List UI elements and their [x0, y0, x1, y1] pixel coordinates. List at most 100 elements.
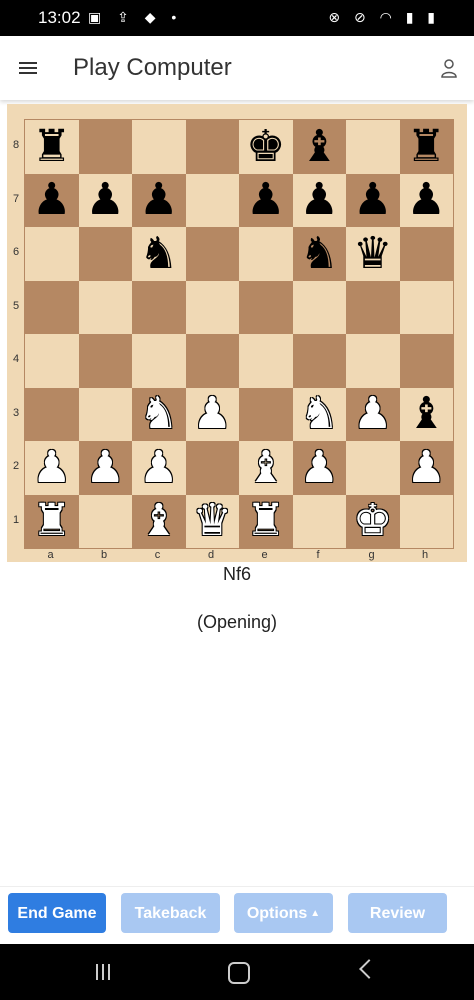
black-bishop-icon[interactable]: ♝ [300, 124, 339, 169]
white-pawn-icon[interactable]: ♟ [139, 445, 178, 490]
square-c7[interactable]: ♟ [132, 173, 186, 227]
white-pawn-icon[interactable]: ♟ [407, 445, 446, 490]
white-pawn-icon[interactable]: ♟ [86, 445, 125, 490]
square-d8[interactable] [185, 120, 239, 174]
square-c5[interactable] [132, 280, 186, 334]
account-icon[interactable] [440, 58, 458, 78]
square-e6[interactable] [239, 227, 293, 281]
square-a4[interactable] [25, 334, 79, 388]
square-a2[interactable]: ♟ [25, 441, 79, 495]
square-f2[interactable]: ♟ [292, 441, 346, 495]
square-c1[interactable]: ♝ [132, 494, 186, 548]
square-c6[interactable]: ♞ [132, 227, 186, 281]
square-b8[interactable] [78, 120, 132, 174]
square-f8[interactable]: ♝ [292, 120, 346, 174]
chess-board[interactable]: ♜ ♚ ♝ ♜ ♟ ♟ ♟ ♟ ♟ ♟ ♟ ♞ ♞ ♛ ♞ ♟ ♞ ♟ ♝ ♟ ♟ ♟ ♝ ♟ ♟ ♜ ♝ ♛ ♜ ♚ [24, 119, 454, 549]
black-king-icon[interactable]: ♚ [246, 124, 285, 169]
square-b1[interactable] [78, 494, 132, 548]
square-a1[interactable]: ♜ [25, 494, 79, 548]
black-pawn-icon[interactable]: ♟ [407, 178, 446, 222]
square-h5[interactable] [399, 280, 453, 334]
square-f6[interactable]: ♞ [292, 227, 346, 281]
square-d7[interactable] [185, 173, 239, 227]
white-pawn-icon[interactable]: ♟ [193, 392, 232, 436]
black-knight-icon[interactable]: ♞ [139, 231, 178, 276]
square-e5[interactable] [239, 280, 293, 334]
square-g8[interactable] [346, 120, 400, 174]
square-b4[interactable] [78, 334, 132, 388]
square-d2[interactable] [185, 441, 239, 495]
black-bishop-icon[interactable]: ♝ [407, 392, 446, 436]
square-a3[interactable] [25, 387, 79, 441]
square-d6[interactable] [185, 227, 239, 281]
square-g4[interactable] [346, 334, 400, 388]
black-pawn-icon[interactable]: ♟ [246, 178, 285, 222]
black-pawn-icon[interactable]: ♟ [139, 178, 178, 222]
square-e7[interactable]: ♟ [239, 173, 293, 227]
black-queen-icon[interactable]: ♛ [353, 231, 392, 276]
square-c3[interactable]: ♞ [132, 387, 186, 441]
options-button[interactable]: Options ▲ [234, 893, 333, 933]
square-d1[interactable]: ♛ [185, 494, 239, 548]
square-b2[interactable]: ♟ [78, 441, 132, 495]
square-f7[interactable]: ♟ [292, 173, 346, 227]
review-button[interactable]: Review [348, 893, 447, 933]
square-d4[interactable] [185, 334, 239, 388]
black-rook-icon[interactable]: ♜ [32, 124, 71, 169]
square-h4[interactable] [399, 334, 453, 388]
square-f3[interactable]: ♞ [292, 387, 346, 441]
black-pawn-icon[interactable]: ♟ [32, 178, 71, 222]
white-pawn-icon[interactable]: ♟ [32, 445, 71, 490]
black-rook-icon[interactable]: ♜ [407, 124, 446, 169]
square-h2[interactable]: ♟ [399, 441, 453, 495]
square-h7[interactable]: ♟ [399, 173, 453, 227]
black-pawn-icon[interactable]: ♟ [300, 178, 339, 222]
square-c2[interactable]: ♟ [132, 441, 186, 495]
square-b7[interactable]: ♟ [78, 173, 132, 227]
square-b6[interactable] [78, 227, 132, 281]
square-d3[interactable]: ♟ [185, 387, 239, 441]
black-pawn-icon[interactable]: ♟ [353, 178, 392, 222]
white-knight-icon[interactable]: ♞ [300, 392, 339, 436]
square-g3[interactable]: ♟ [346, 387, 400, 441]
square-a5[interactable] [25, 280, 79, 334]
square-f5[interactable] [292, 280, 346, 334]
square-e2[interactable]: ♝ [239, 441, 293, 495]
black-pawn-icon[interactable]: ♟ [86, 178, 125, 222]
square-h6[interactable] [399, 227, 453, 281]
white-pawn-icon[interactable]: ♟ [353, 392, 392, 436]
square-g5[interactable] [346, 280, 400, 334]
end-game-button[interactable]: End Game [8, 893, 106, 933]
square-g2[interactable] [346, 441, 400, 495]
square-g7[interactable]: ♟ [346, 173, 400, 227]
home-icon[interactable] [228, 962, 250, 984]
square-e4[interactable] [239, 334, 293, 388]
white-bishop-icon[interactable]: ♝ [139, 499, 178, 543]
square-a8[interactable]: ♜ [25, 120, 79, 174]
white-rook-icon[interactable]: ♜ [32, 499, 71, 543]
square-e3[interactable] [239, 387, 293, 441]
square-h3[interactable]: ♝ [399, 387, 453, 441]
square-a6[interactable] [25, 227, 79, 281]
white-rook-icon[interactable]: ♜ [246, 499, 285, 543]
square-g1[interactable]: ♚ [346, 494, 400, 548]
white-pawn-icon[interactable]: ♟ [300, 445, 339, 490]
white-king-icon[interactable]: ♚ [353, 499, 392, 543]
square-h1[interactable] [399, 494, 453, 548]
square-h8[interactable]: ♜ [399, 120, 453, 174]
square-b3[interactable] [78, 387, 132, 441]
square-c8[interactable] [132, 120, 186, 174]
square-f4[interactable] [292, 334, 346, 388]
square-e8[interactable]: ♚ [239, 120, 293, 174]
square-g6[interactable]: ♛ [346, 227, 400, 281]
square-b5[interactable] [78, 280, 132, 334]
square-d5[interactable] [185, 280, 239, 334]
white-bishop-icon[interactable]: ♝ [246, 445, 285, 490]
square-e1[interactable]: ♜ [239, 494, 293, 548]
white-queen-icon[interactable]: ♛ [193, 499, 232, 543]
black-knight-icon[interactable]: ♞ [300, 231, 339, 276]
white-knight-icon[interactable]: ♞ [139, 392, 178, 436]
back-icon[interactable] [359, 959, 379, 979]
square-a7[interactable]: ♟ [25, 173, 79, 227]
square-c4[interactable] [132, 334, 186, 388]
